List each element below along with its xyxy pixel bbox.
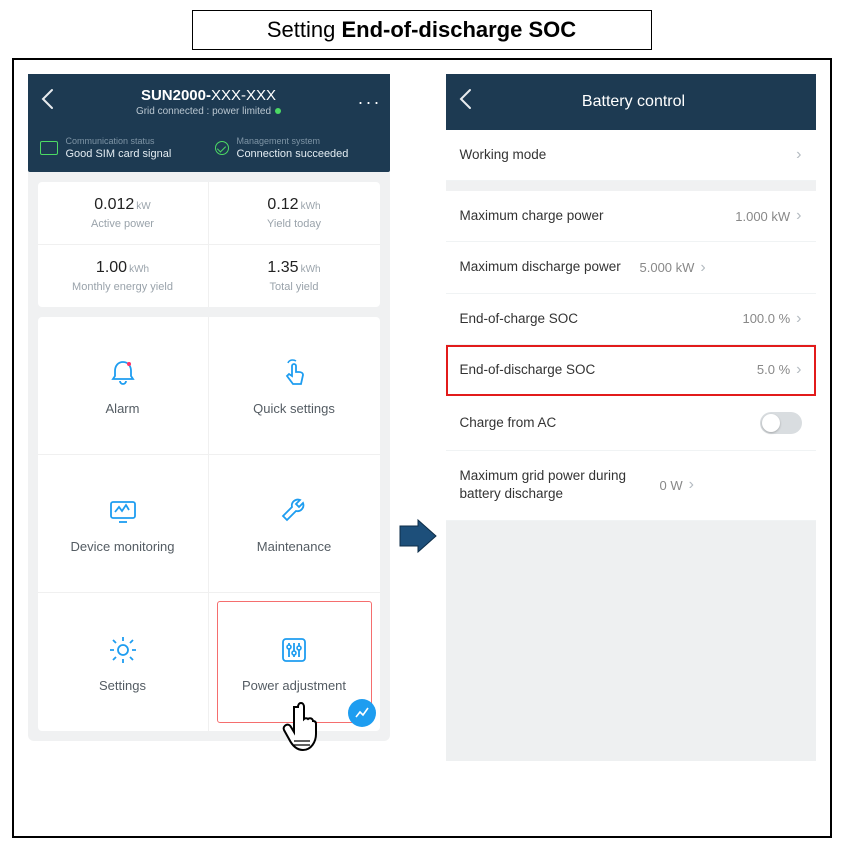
pointer-hand-icon (280, 701, 326, 755)
device-title: SUN2000-XXX-XXX (60, 87, 358, 104)
menu-label: Settings (99, 678, 146, 693)
chevron-left-icon (40, 88, 54, 110)
chevron-left-icon (458, 88, 472, 110)
chevron-right-icon: › (796, 361, 801, 379)
section-gap (446, 181, 816, 191)
row-label: End-of-charge SOC (460, 310, 743, 328)
toggle-charge-from-ac[interactable] (760, 412, 802, 434)
row-value: 1.000 kW (735, 209, 790, 224)
menu-label: Quick settings (253, 401, 335, 416)
menu-power-adjustment[interactable]: Power adjustment (209, 593, 380, 731)
page-title: Battery control (478, 93, 790, 111)
more-button[interactable]: ··· (358, 92, 378, 113)
stat-value: 1.35 (267, 259, 298, 276)
menu-quick-settings[interactable]: Quick settings (209, 317, 380, 455)
row-max-discharge-power[interactable]: Maximum discharge power 5.000 kW › (446, 242, 816, 293)
menu-label: Power adjustment (242, 678, 346, 693)
figure-title-prefix: Setting (267, 17, 342, 42)
stat-label: Active power (46, 218, 200, 230)
row-value: 0 W (660, 478, 683, 493)
menu-maintenance[interactable]: Maintenance (209, 455, 380, 593)
alarm-icon (105, 355, 141, 391)
row-charge-from-ac: Charge from AC (446, 396, 816, 451)
menu-label: Maintenance (257, 539, 331, 554)
menu-label: Device monitoring (70, 539, 174, 554)
stat-unit: kW (136, 201, 150, 212)
wrench-icon (276, 493, 312, 529)
tap-hand-icon (276, 355, 312, 391)
stat-label: Total yield (217, 281, 372, 293)
stat-unit: kWh (301, 264, 321, 275)
comm-status-label: Communication status (66, 136, 172, 146)
back-button[interactable] (40, 88, 60, 116)
stat-total-yield: 1.35kWh Total yield (209, 245, 380, 307)
row-end-of-discharge-soc[interactable]: End-of-discharge SOC 5.0 % › (446, 345, 816, 396)
figure-title-bold: End-of-discharge SOC (341, 17, 576, 42)
row-end-of-charge-soc[interactable]: End-of-charge SOC 100.0 % › (446, 294, 816, 345)
stat-label: Yield today (217, 218, 372, 230)
chevron-right-icon: › (796, 207, 801, 225)
row-label: Maximum charge power (460, 207, 736, 225)
mgmt-status-label: Management system (237, 136, 349, 146)
row-label: End-of-discharge SOC (460, 361, 757, 379)
monitor-icon (105, 493, 141, 529)
figure-frame: SUN2000-XXX-XXX Grid connected : power l… (12, 58, 832, 838)
stat-unit: kWh (301, 201, 321, 212)
row-working-mode[interactable]: Working mode › (446, 130, 816, 181)
right-screen: Battery control Working mode › Maximum c… (446, 74, 816, 761)
stat-value: 0.12 (267, 196, 298, 213)
gear-icon (105, 632, 141, 668)
status-bar: Communication status Good SIM card signa… (28, 130, 390, 172)
menu-alarm[interactable]: Alarm (38, 317, 209, 455)
stat-value: 0.012 (94, 196, 134, 213)
stat-unit: kWh (129, 264, 149, 275)
row-value: 5.000 kW (640, 260, 695, 275)
menu-device-monitoring[interactable]: Device monitoring (38, 455, 209, 593)
row-value: 100.0 % (742, 311, 790, 326)
back-button[interactable] (458, 88, 478, 116)
figure-title: Setting End-of-discharge SOC (192, 10, 652, 50)
right-header: Battery control (446, 74, 816, 130)
header-center: SUN2000-XXX-XXX Grid connected : power l… (60, 87, 358, 117)
device-subtitle: Grid connected : power limited (60, 106, 358, 117)
chart-fab-button[interactable] (348, 699, 376, 727)
chevron-right-icon: › (796, 146, 801, 164)
device-title-suffix: XXX-XXX (211, 87, 276, 104)
chevron-right-icon: › (700, 259, 705, 277)
left-screen: SUN2000-XXX-XXX Grid connected : power l… (28, 74, 390, 741)
device-subtitle-text: Grid connected : power limited (136, 106, 271, 117)
chevron-right-icon: › (689, 476, 694, 494)
menu-settings[interactable]: Settings (38, 593, 209, 731)
row-label: Maximum discharge power (460, 258, 640, 276)
empty-area (446, 521, 816, 761)
stat-active-power: 0.012kW Active power (38, 182, 209, 245)
menu-grid: Alarm Quick settings Device monitoring M… (38, 317, 380, 731)
left-header: SUN2000-XXX-XXX Grid connected : power l… (28, 74, 390, 130)
status-communication: Communication status Good SIM card signa… (40, 136, 203, 160)
row-max-grid-power[interactable]: Maximum grid power during battery discha… (446, 451, 816, 520)
flow-arrow-icon (398, 518, 438, 559)
stat-yield-today: 0.12kWh Yield today (209, 182, 380, 245)
stats-card: 0.012kW Active power 0.12kWh Yield today… (38, 182, 380, 307)
settings-list: Working mode › Maximum charge power 1.00… (446, 130, 816, 521)
row-value: 5.0 % (757, 362, 790, 377)
chart-icon (354, 705, 370, 721)
stat-monthly-yield: 1.00kWh Monthly energy yield (38, 245, 209, 307)
sim-card-icon (40, 141, 58, 155)
stat-label: Monthly energy yield (46, 281, 200, 293)
check-circle-icon (215, 141, 229, 155)
comm-status-value: Good SIM card signal (66, 148, 172, 160)
row-label: Working mode (460, 146, 797, 164)
device-title-prefix: SUN2000- (141, 87, 211, 104)
menu-label: Alarm (106, 401, 140, 416)
sliders-icon (276, 632, 312, 668)
status-management: Management system Connection succeeded (215, 136, 378, 160)
row-label: Maximum grid power during battery discha… (460, 467, 660, 503)
row-label: Charge from AC (460, 414, 760, 432)
mgmt-status-value: Connection succeeded (237, 148, 349, 160)
chevron-right-icon: › (796, 310, 801, 328)
row-max-charge-power[interactable]: Maximum charge power 1.000 kW › (446, 191, 816, 242)
stat-value: 1.00 (96, 259, 127, 276)
status-dot-icon (275, 108, 281, 114)
